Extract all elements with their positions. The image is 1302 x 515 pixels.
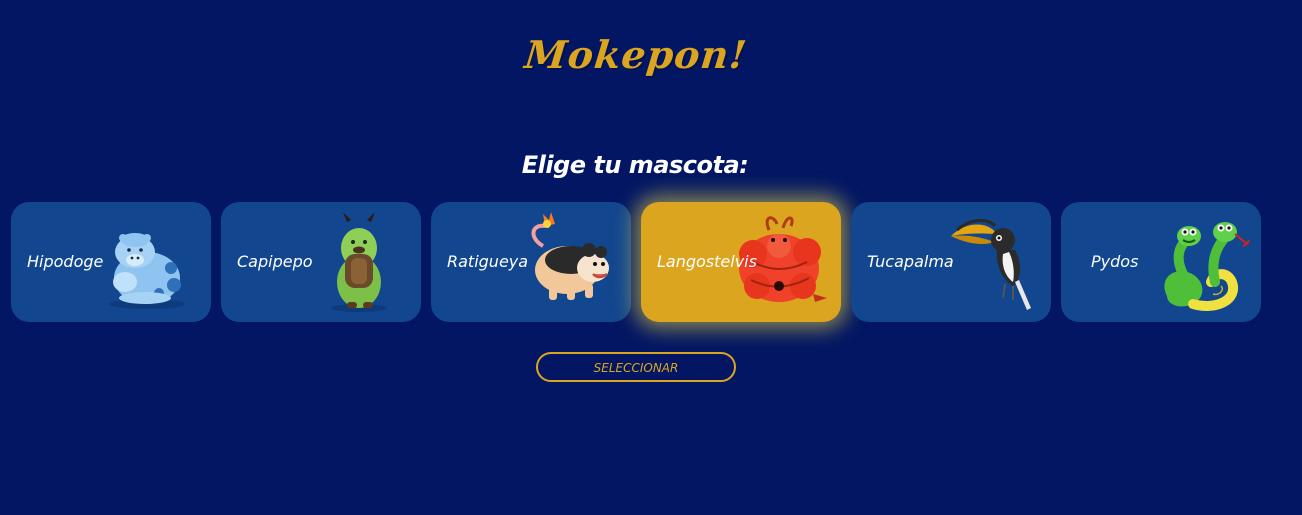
pet-card-list: Hipodoge Capipepo Ratigueya Langostelvis… [11, 202, 1261, 322]
pet-name-label: Langostelvis [657, 252, 757, 271]
page-title: Mokepon! [522, 32, 750, 77]
pet-card-pydos[interactable]: Pydos [1061, 202, 1261, 322]
select-pet-button[interactable]: SELECCIONAR [536, 352, 736, 382]
pet-card-ratigueya[interactable]: Ratigueya [431, 202, 631, 322]
pet-name-label: Hipodoge [27, 252, 104, 271]
pet-name-label: Ratigueya [447, 252, 529, 271]
pet-name-label: Pydos [1091, 252, 1139, 271]
pet-name-label: Tucapalma [867, 252, 954, 271]
pet-card-langostelvis[interactable]: Langostelvis [641, 202, 841, 322]
pet-card-hipodoge[interactable]: Hipodoge [11, 202, 211, 322]
pet-card-capipepo[interactable]: Capipepo [221, 202, 421, 322]
pet-card-tucapalma[interactable]: Tucapalma [851, 202, 1051, 322]
pet-name-label: Capipepo [237, 252, 313, 271]
pet-selection-heading: Elige tu mascota: [521, 151, 749, 179]
